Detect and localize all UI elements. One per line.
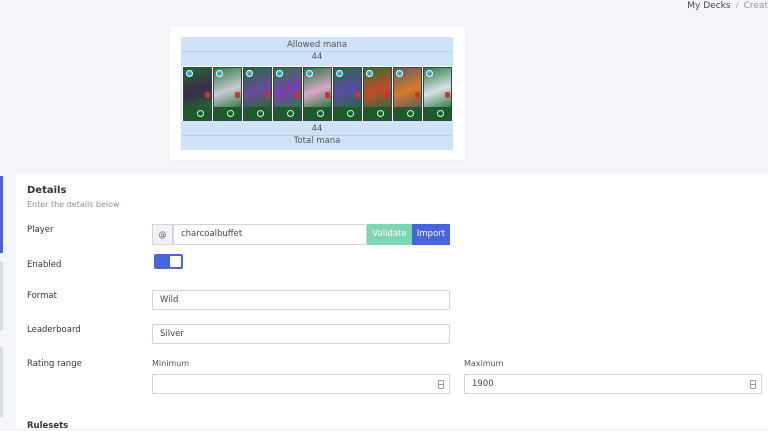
mana-gem-icon xyxy=(216,70,223,77)
monster-card[interactable] xyxy=(423,67,452,121)
monster-card[interactable] xyxy=(213,67,242,121)
monster-card[interactable] xyxy=(333,67,362,121)
details-title: Details xyxy=(27,185,67,196)
breadcrumb: My Decks / Creat xyxy=(687,1,768,11)
card-footer xyxy=(364,107,391,120)
minimum-input[interactable] xyxy=(152,374,450,394)
monster-card[interactable] xyxy=(273,67,302,121)
enabled-label: Enabled xyxy=(27,260,62,270)
stat-icon xyxy=(355,92,360,98)
player-input[interactable]: charcoalbuffet xyxy=(173,224,367,245)
card-footer xyxy=(304,107,331,120)
mana-gem-icon xyxy=(396,70,403,77)
player-label: Player xyxy=(27,225,54,235)
mana-gem-icon xyxy=(366,70,373,77)
mana-gem-icon xyxy=(426,70,433,77)
deck-cards-row xyxy=(182,66,453,121)
spinner-icon[interactable] xyxy=(750,380,756,389)
ability-icon xyxy=(257,110,264,117)
format-select[interactable]: Wild xyxy=(152,290,450,310)
ability-icon xyxy=(347,110,354,117)
card-footer xyxy=(244,107,271,120)
spinner-icon[interactable] xyxy=(438,380,444,389)
at-prefix: @ xyxy=(152,224,173,245)
card-footer xyxy=(214,107,241,120)
import-button[interactable]: Import xyxy=(412,224,450,245)
allowed-mana-label: Allowed mana xyxy=(286,40,348,50)
stat-icon xyxy=(295,92,300,98)
ability-icon xyxy=(317,110,324,117)
ability-icon xyxy=(407,110,414,117)
monster-card[interactable] xyxy=(363,67,392,121)
stat-icon xyxy=(325,92,330,98)
breadcrumb-separator: / xyxy=(735,1,739,11)
mana-gem-icon xyxy=(246,70,253,77)
card-footer xyxy=(394,107,421,120)
deck-preview: Allowed mana 44 44 Total mana xyxy=(170,26,465,160)
card-footer xyxy=(184,107,211,120)
mana-gem-icon xyxy=(276,70,283,77)
allowed-mana-value: 44 xyxy=(311,52,323,62)
rulesets-label: Rulesets xyxy=(27,421,69,431)
stat-icon xyxy=(385,92,390,98)
ability-icon xyxy=(437,110,444,117)
mana-gem-icon xyxy=(336,70,343,77)
stat-icon xyxy=(265,92,270,98)
card-footer xyxy=(274,107,301,120)
monster-card[interactable] xyxy=(243,67,272,121)
format-label: Format xyxy=(27,291,57,301)
monster-card[interactable] xyxy=(303,67,332,121)
maximum-value: 1900 xyxy=(472,379,494,389)
toggle-knob xyxy=(170,256,181,267)
stat-icon xyxy=(205,92,210,98)
mana-gem-icon xyxy=(186,70,193,77)
total-mana-label: Total mana xyxy=(293,136,341,146)
rating-range-label: Rating range xyxy=(27,359,82,369)
stat-icon xyxy=(415,92,420,98)
breadcrumb-current: Creat xyxy=(743,1,768,11)
monster-card[interactable] xyxy=(183,67,212,121)
leaderboard-label: Leaderboard xyxy=(27,325,81,335)
ability-icon xyxy=(287,110,294,117)
ability-icon xyxy=(377,110,384,117)
monster-card[interactable] xyxy=(393,67,422,121)
minimum-label: Minimum xyxy=(152,359,190,368)
deck-mana-panel: Allowed mana 44 44 Total mana xyxy=(181,37,453,150)
side-tab-indicator-active[interactable] xyxy=(0,176,3,253)
validate-button[interactable]: Validate xyxy=(367,224,412,245)
stat-icon xyxy=(445,92,450,98)
ability-icon xyxy=(227,110,234,117)
side-tab-indicator[interactable] xyxy=(0,347,3,417)
maximum-input[interactable]: 1900 xyxy=(464,374,762,394)
details-subtitle: Enter the details below xyxy=(27,200,120,209)
breadcrumb-my-decks[interactable]: My Decks xyxy=(687,1,730,11)
side-tab-indicator[interactable] xyxy=(0,262,3,330)
details-panel: Details Enter the details below Player @… xyxy=(16,174,768,431)
mana-gem-icon xyxy=(306,70,313,77)
card-footer xyxy=(424,107,451,120)
total-mana-value: 44 xyxy=(311,124,323,134)
maximum-label: Maximum xyxy=(464,359,504,368)
leaderboard-select[interactable]: Silver xyxy=(152,324,450,344)
ability-icon xyxy=(197,110,204,117)
stat-icon xyxy=(235,92,240,98)
card-footer xyxy=(334,107,361,120)
enabled-toggle[interactable] xyxy=(154,254,183,269)
